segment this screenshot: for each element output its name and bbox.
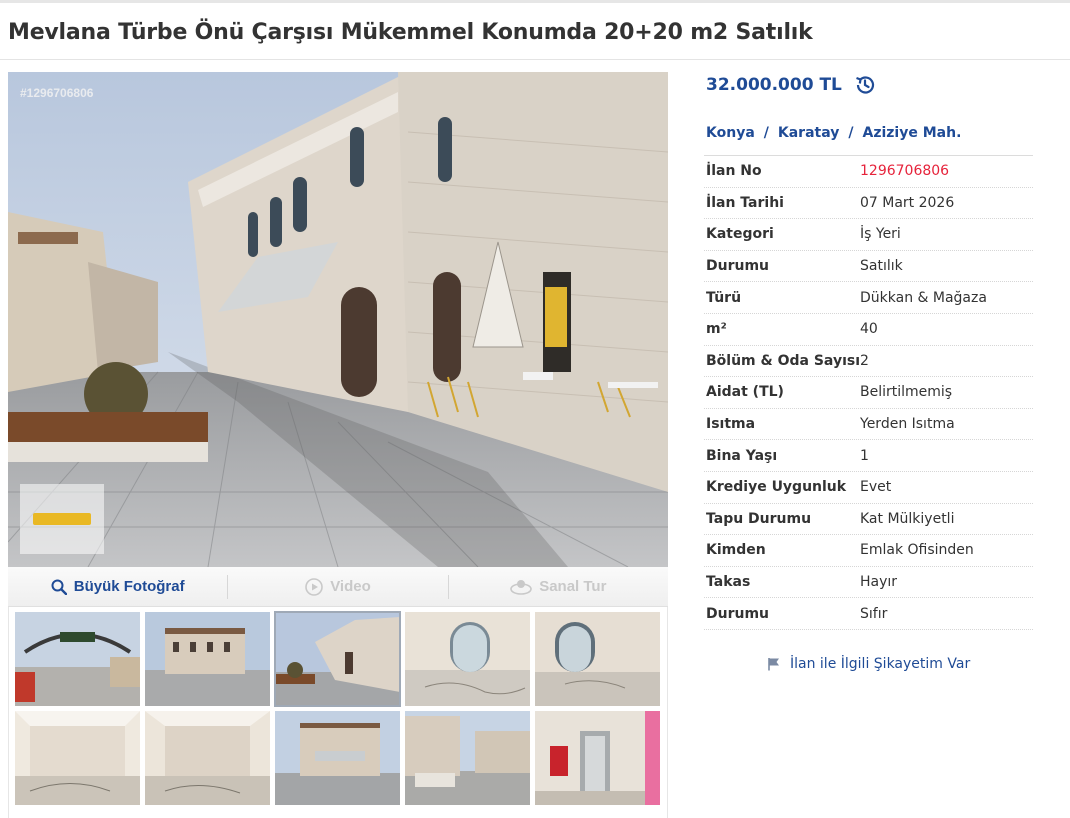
thumbnail-3[interactable]: [274, 611, 401, 707]
thumbnail-image: [15, 711, 140, 805]
thumbnail-5[interactable]: [535, 612, 660, 706]
detail-row-heating: Isıtma Yerden Isıtma: [704, 409, 1033, 441]
detail-value: Evet: [860, 479, 892, 496]
detail-value: Satılık: [860, 258, 903, 275]
detail-value: 2: [860, 352, 869, 369]
location-city-link[interactable]: Konya: [706, 125, 755, 141]
detail-value: Sıfır: [860, 605, 888, 622]
detail-row-status: Durumu Satılık: [704, 251, 1033, 283]
detail-row-swap: Takas Hayır: [704, 567, 1033, 599]
thumbnail-image: [15, 612, 140, 706]
detail-value: İş Yeri: [860, 226, 901, 243]
thumbnail-7[interactable]: [145, 711, 270, 805]
detail-label: Takas: [706, 574, 751, 591]
detail-value: Belirtilmemiş: [860, 384, 953, 401]
gallery-toolbar: Büyük Fotoğraf Video Sanal Tur: [8, 567, 668, 607]
detail-label: Kategori: [706, 226, 774, 243]
price: 32.000.000 TL: [706, 74, 876, 96]
video-label: Video: [330, 578, 371, 595]
flag-icon: [768, 658, 779, 671]
agency-watermark-logo: [20, 484, 104, 554]
detail-row-date: İlan Tarihi 07 Mart 2026: [704, 188, 1033, 220]
detail-label: m²: [706, 321, 727, 338]
panorama-icon: [510, 579, 532, 595]
price-value: 32.000.000 TL: [706, 75, 842, 95]
thumbnail-10[interactable]: [535, 711, 660, 805]
detail-label: İlan No: [706, 163, 762, 180]
breadcrumb-separator: /: [848, 125, 854, 141]
detail-value: 1: [860, 447, 869, 464]
thumbnail-image: [535, 711, 660, 805]
detail-row-deed: Tapu Durumu Kat Mülkiyetli: [704, 504, 1033, 536]
thumbnail-image: [145, 711, 270, 805]
detail-label: İlan Tarihi: [706, 194, 784, 211]
large-photo-label: Büyük Fotoğraf: [73, 578, 185, 595]
detail-label: Kimden: [706, 542, 766, 559]
thumbnail-2[interactable]: [145, 612, 270, 706]
history-icon[interactable]: [854, 74, 876, 96]
title-divider: [0, 59, 1070, 60]
detail-row-listing-no: İlan No 1296706806: [704, 156, 1033, 188]
page-title: Mevlana Türbe Önü Çarşısı Mükemmel Konum…: [8, 20, 813, 45]
detail-value: 07 Mart 2026: [860, 194, 955, 211]
detail-row-type: Türü Dükkan & Mağaza: [704, 282, 1033, 314]
detail-value: 40: [860, 321, 878, 338]
thumbnail-image: [275, 612, 400, 706]
detail-label: Durumu: [706, 258, 770, 275]
detail-label: Tapu Durumu: [706, 510, 812, 527]
thumbnail-9[interactable]: [405, 711, 530, 805]
thumbnail-4[interactable]: [405, 612, 530, 706]
detail-row-area: m² 40: [704, 314, 1033, 346]
virtual-tour-button[interactable]: Sanal Tur: [447, 574, 668, 599]
detail-value: Yerden Isıtma: [860, 416, 955, 433]
detail-value: Dükkan & Mağaza: [860, 289, 987, 306]
thumbnail-image: [275, 711, 400, 805]
thumbnail-8[interactable]: [275, 711, 400, 805]
detail-row-credit: Krediye Uygunluk Evet: [704, 472, 1033, 504]
detail-row-from: Kimden Emlak Ofisinden: [704, 535, 1033, 567]
breadcrumb-location: Konya / Karatay / Aziziye Mah.: [706, 125, 961, 141]
listing-details-table: İlan No 1296706806 İlan Tarihi 07 Mart 202…: [704, 155, 1033, 630]
play-circle-icon: [305, 577, 324, 596]
location-neighborhood-link[interactable]: Aziziye Mah.: [863, 125, 962, 141]
detail-label: Krediye Uygunluk: [706, 479, 847, 496]
thumbnail-image: [535, 612, 660, 706]
video-button[interactable]: Video: [227, 574, 447, 599]
virtual-tour-label: Sanal Tur: [539, 578, 607, 595]
detail-row-condition: Durumu Sıfır: [704, 598, 1033, 630]
detail-label: Türü: [706, 289, 742, 306]
thumbnail-image: [145, 612, 270, 706]
large-photo-button[interactable]: Büyük Fotoğraf: [8, 575, 227, 599]
top-border: [0, 0, 1070, 3]
detail-value: Hayır: [860, 574, 898, 591]
main-photo[interactable]: #1296706806: [8, 72, 668, 567]
detail-label: Durumu: [706, 605, 770, 622]
detail-label: Bina Yaşı: [706, 447, 778, 464]
detail-value: Emlak Ofisinden: [860, 542, 974, 559]
complaint-label: İlan ile İlgili Şikayetim Var: [790, 656, 971, 672]
complaint-link[interactable]: İlan ile İlgili Şikayetim Var: [767, 656, 970, 672]
detail-row-rooms: Bölüm & Oda Sayısı 2: [704, 346, 1033, 378]
thumbnail-grid: [8, 607, 668, 818]
photo-id-overlay: #1296706806: [20, 86, 94, 100]
listing-number-value: 1296706806: [860, 163, 950, 180]
location-district-link[interactable]: Karatay: [778, 125, 839, 141]
street-scene-image: [8, 72, 668, 567]
detail-value: Kat Mülkiyetli: [860, 510, 955, 527]
detail-row-category: Kategori İş Yeri: [704, 219, 1033, 251]
search-icon: [51, 579, 67, 595]
detail-label: Bölüm & Oda Sayısı: [706, 352, 860, 369]
breadcrumb-separator: /: [763, 125, 769, 141]
thumbnail-image: [405, 711, 530, 805]
thumbnail-1[interactable]: [15, 612, 140, 706]
detail-row-dues: Aidat (TL) Belirtilmemiş: [704, 377, 1033, 409]
detail-label: Isıtma: [706, 416, 756, 433]
detail-label: Aidat (TL): [706, 384, 784, 401]
detail-row-building-age: Bina Yaşı 1: [704, 440, 1033, 472]
thumbnail-image: [405, 612, 530, 706]
thumbnail-6[interactable]: [15, 711, 140, 805]
